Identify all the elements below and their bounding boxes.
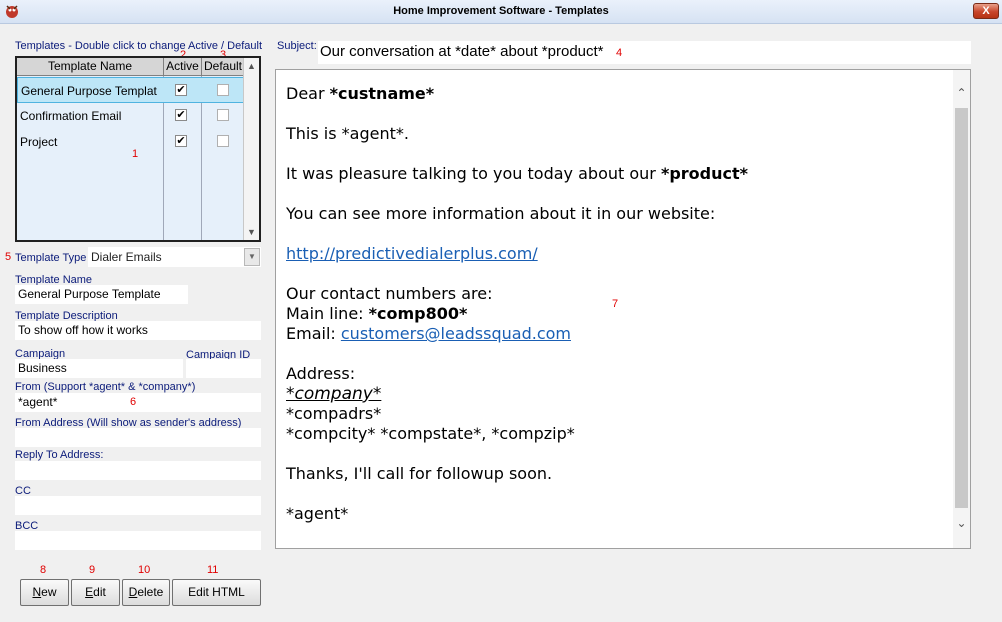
default-checkbox[interactable] [217,135,229,147]
default-checkbox[interactable] [217,109,229,121]
scroll-down-icon[interactable]: ⌄ [953,516,970,530]
window-title: Home Improvement Software - Templates [393,5,609,17]
cc-input[interactable] [15,496,261,515]
close-button[interactable]: X [973,3,999,19]
column-active[interactable]: Active [164,58,202,76]
campaign-input[interactable]: Business [15,359,183,378]
body-address-line2: *compcity* *compstate*, *compzip* [286,424,575,443]
body-address-line1: *compadrs* [286,404,382,423]
row-template-name: Project [20,135,58,149]
row-template-name: General Purpose Templat [21,84,157,98]
annotation-4: 4 [616,47,623,59]
body-greeting: Dear [286,84,330,103]
body-signature: *agent* [286,504,349,523]
editor-scrollbar[interactable]: ⌃ ⌄ [953,70,970,548]
annotation-8: 8 [40,564,47,576]
from-input[interactable]: *agent* [15,393,261,412]
grid-body: General Purpose Templat ✔ Confirmation E… [17,76,245,240]
active-checkbox[interactable]: ✔ [175,109,187,121]
annotation-11: 11 [207,564,219,576]
annotation-5: 5 [5,251,12,263]
chevron-down-icon[interactable]: ▼ [244,248,260,266]
row-template-name: Confirmation Email [20,109,122,123]
body-main-line-label: Main line: [286,304,369,323]
campaign-id-input[interactable] [186,359,261,378]
email-body-editor[interactable]: Dear *custname* This is *agent*. It was … [275,69,971,549]
annotation-10: 10 [138,564,151,576]
default-checkbox[interactable] [217,84,229,96]
table-row[interactable]: Project ✔ [17,129,245,155]
body-closing: Thanks, I'll call for followup soon. [286,464,553,483]
annotation-7: 7 [612,298,619,310]
template-type-select[interactable]: Dialer Emails ▼ [88,247,261,267]
active-checkbox[interactable]: ✔ [175,84,187,96]
template-type-value: Dialer Emails [91,250,162,264]
grid-scrollbar[interactable]: ▲ ▼ [243,58,259,240]
body-main-line-var: *comp800* [368,304,468,323]
table-row[interactable]: Confirmation Email ✔ [17,103,245,129]
body-email-label: Email: [286,324,341,343]
scroll-up-icon[interactable]: ⌃ [953,86,970,100]
body-website-line: You can see more information about it in… [286,204,716,223]
scroll-down-icon[interactable]: ▼ [244,224,259,240]
reply-to-label: Reply To Address: [15,449,104,461]
grid-header: Template Name Active Default [17,58,245,76]
template-description-input[interactable]: To show off how it works [15,321,261,340]
active-checkbox[interactable]: ✔ [175,135,187,147]
template-name-input[interactable]: General Purpose Template [15,285,188,304]
edit-html-button[interactable]: Edit HTML [172,579,261,606]
column-default[interactable]: Default [202,58,245,76]
body-custname: *custname* [329,84,435,103]
reply-to-input[interactable] [15,461,261,480]
body-agent-line: This is *agent*. [286,124,409,143]
title-bar: Home Improvement Software - Templates X [0,0,1002,24]
from-label: From (Support *agent* & *company*) [15,381,196,393]
annotation-1: 1 [132,148,139,160]
from-address-input[interactable] [15,428,261,447]
annotation-9: 9 [89,564,96,576]
scroll-up-icon[interactable]: ▲ [244,58,259,74]
column-template-name[interactable]: Template Name [17,58,164,76]
body-product-var: *product* [660,164,748,183]
template-type-label: Template Type [15,252,87,264]
subject-label: Subject: [277,40,317,52]
edit-button[interactable]: Edit [71,579,120,606]
body-product-line: It was pleasure talking to you today abo… [286,164,661,183]
delete-button[interactable]: Delete [122,579,170,606]
website-link[interactable]: http://predictivedialerplus.com/ [286,244,538,263]
subject-input[interactable]: Our conversation at *date* about *produc… [318,41,971,64]
body-company-var: *company* [286,384,382,404]
annotation-6: 6 [130,396,137,408]
email-body-content[interactable]: Dear *custname* This is *agent*. It was … [286,84,946,544]
bcc-input[interactable] [15,531,261,550]
new-button[interactable]: New [20,579,69,606]
email-link[interactable]: customers@leadssquad.com [341,324,571,343]
table-row[interactable]: General Purpose Templat ✔ [17,77,245,103]
body-address-header: Address: [286,364,356,383]
scroll-thumb[interactable] [955,108,968,508]
body-contact-header: Our contact numbers are: [286,284,493,303]
